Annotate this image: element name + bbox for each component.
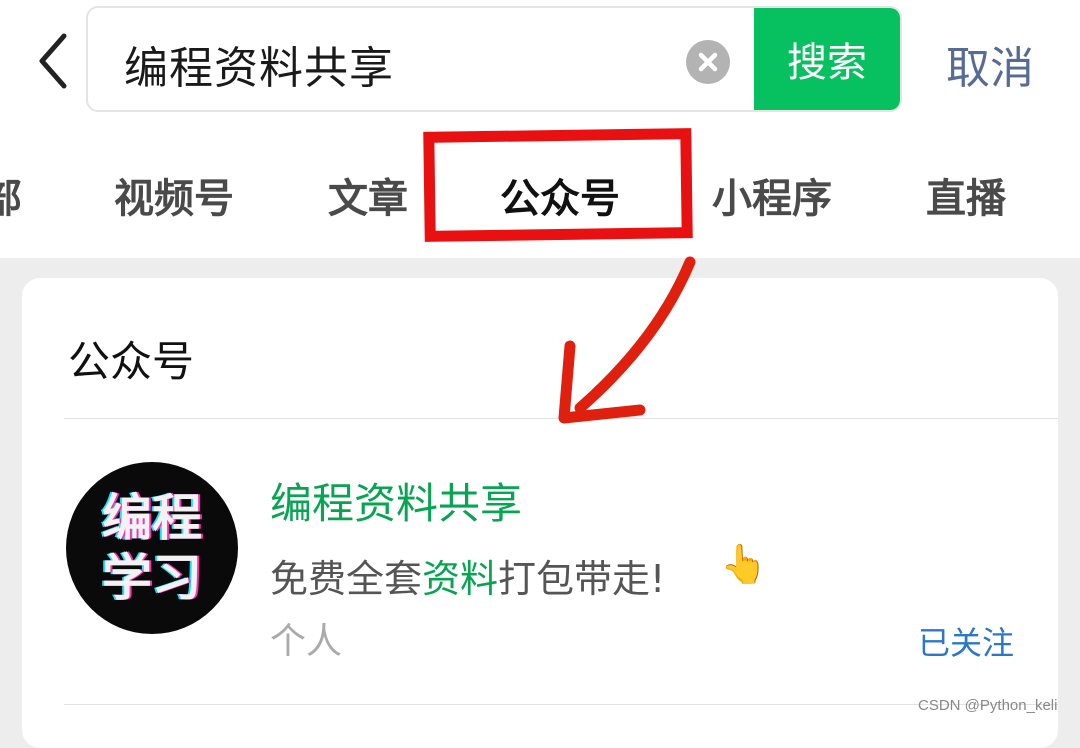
cancel-button[interactable]: 取消 xyxy=(946,32,1034,96)
tab-channels[interactable]: 视频号 xyxy=(114,166,234,224)
tab-mini-programs[interactable]: 小程序 xyxy=(712,166,832,224)
account-avatar[interactable]: 编程 学习 xyxy=(66,462,238,634)
pointing-hand-icon: 👆 xyxy=(720,542,768,586)
description-text: 打包带走! xyxy=(498,557,666,601)
tab-all[interactable]: 部 xyxy=(0,166,22,224)
clear-icon[interactable] xyxy=(686,40,730,84)
account-type: 个人 xyxy=(270,621,343,662)
account-name[interactable]: 编程资料共享 xyxy=(270,470,522,531)
search-header: 编程资料共享 搜索 取消 部 视频号 文章 公众号 小程序 直播 xyxy=(0,0,1080,258)
back-chevron-icon[interactable] xyxy=(30,30,80,92)
avatar-text-line: 学习 xyxy=(102,549,202,607)
section-title: 公众号 xyxy=(68,337,195,386)
annotation-highlight-box xyxy=(423,128,693,242)
tab-articles[interactable]: 文章 xyxy=(328,166,408,224)
description-text: 免费全套 xyxy=(270,557,423,601)
description-highlight: 资料 xyxy=(422,557,499,601)
followed-button[interactable]: 已关注 xyxy=(918,618,1014,664)
divider xyxy=(64,704,1058,705)
annotation-arrow-icon xyxy=(558,256,696,424)
search-button[interactable]: 搜索 xyxy=(754,8,900,110)
avatar-text-line: 编程 xyxy=(102,489,202,547)
account-description: 免费全套资料打包带走! xyxy=(270,548,665,603)
search-input[interactable]: 编程资料共享 xyxy=(124,32,394,96)
watermark: CSDN @Python_keli xyxy=(918,697,1058,714)
search-bar[interactable]: 编程资料共享 搜索 xyxy=(86,6,902,112)
tab-live[interactable]: 直播 xyxy=(926,166,1006,224)
